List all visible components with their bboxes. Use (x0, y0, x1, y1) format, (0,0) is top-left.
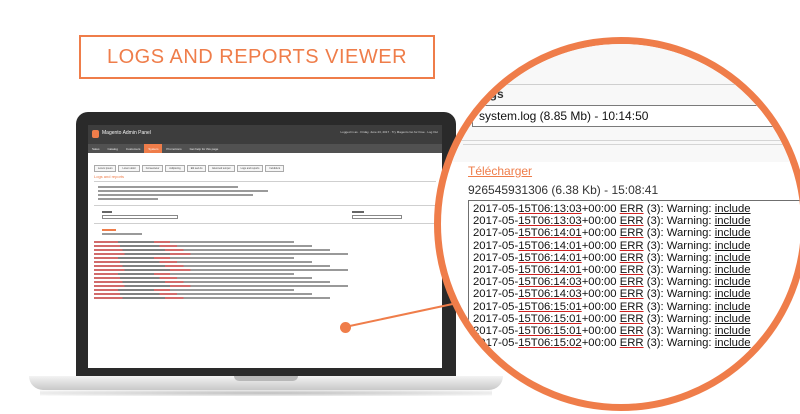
log-level: ERR (619, 227, 644, 240)
file-info: 926545931306 (6.38 Kb) - 15:08:41 (468, 183, 659, 197)
log-message: (3): Warning: (643, 288, 715, 301)
log-timestamp: 15T06:15:01 (518, 325, 582, 338)
log-timestamp: 15T06:14:03 (518, 288, 582, 301)
log-timezone: +00:00 (581, 203, 620, 215)
log-level: ERR (619, 312, 644, 325)
log-date: 2017-05- (473, 203, 519, 215)
log-date: 2017-05- (473, 325, 519, 338)
log-timezone: +00:00 (581, 312, 620, 325)
log-level: ERR (619, 300, 644, 313)
log-message-tail: include (714, 264, 751, 277)
logs-label: Logs (475, 87, 504, 101)
connector-dot (340, 322, 351, 333)
log-line: 2017-05-15T06:14:01+00:00 ERR (3): Warni… (473, 252, 800, 264)
magnifier-circle: Logs system.log (8.85 Mb) - 10:14:50 Tél… (434, 37, 800, 411)
log-line: 2017-05-15T06:14:01+00:00 ERR (3): Warni… (473, 227, 800, 239)
log-message-tail: include (714, 288, 751, 301)
log-output-box[interactable]: 2017-05-15T06:13:03+00:00 ERR (3): Warni… (468, 200, 800, 404)
log-timestamp: 15T06:15:01 (518, 312, 582, 325)
log-message: (3): Warning: (643, 264, 715, 277)
log-timezone: +00:00 (581, 264, 620, 277)
log-level: ERR (619, 288, 644, 301)
log-date: 2017-05- (473, 276, 519, 289)
log-message: (3): Warning: (643, 325, 715, 338)
log-level: ERR (619, 215, 644, 228)
log-line: 2017-05-15T06:15:01+00:00 ERR (3): Warni… (473, 301, 800, 313)
log-date: 2017-05- (473, 227, 519, 240)
log-message: (3): Warning: (643, 312, 715, 325)
log-timestamp: 15T06:14:03 (518, 276, 582, 289)
log-line: 2017-05-15T06:14:03+00:00 ERR (3): Warni… (473, 288, 800, 300)
log-date: 2017-05- (473, 312, 519, 325)
log-timestamp: 15T06:14:01 (518, 264, 582, 277)
log-date: 2017-05- (473, 215, 519, 228)
log-level: ERR (619, 276, 644, 289)
log-message-tail: include (714, 215, 751, 228)
log-level: ERR (619, 264, 644, 277)
log-message-tail: include (714, 337, 751, 350)
log-message-tail: include (714, 203, 751, 215)
log-message: (3): Warning: (643, 215, 715, 228)
log-timestamp: 15T06:14:01 (518, 239, 582, 252)
log-message: (3): Warning: (643, 276, 715, 289)
log-timestamp: 15T06:14:01 (518, 227, 582, 240)
log-date: 2017-05- (473, 264, 519, 277)
log-date: 2017-05- (473, 239, 519, 252)
log-message: (3): Warning: (643, 251, 715, 264)
log-timestamp: 15T06:15:02 (518, 337, 582, 350)
log-level: ERR (619, 203, 644, 215)
log-timestamp: 15T06:14:01 (518, 251, 582, 264)
log-message: (3): Warning: (643, 300, 715, 313)
log-timestamp: 15T06:13:03 (518, 203, 582, 215)
divider (441, 140, 800, 141)
log-message-tail: include (714, 251, 751, 264)
log-message: (3): Warning: (643, 337, 715, 350)
log-timezone: +00:00 (581, 215, 620, 228)
log-line: 2017-05-15T06:15:02+00:00 ERR (3): Warni… (473, 337, 800, 349)
log-message-tail: include (714, 300, 751, 313)
log-timezone: +00:00 (581, 276, 620, 289)
log-level: ERR (619, 251, 644, 264)
log-line: 2017-05-15T06:13:03+00:00 ERR (3): Warni… (473, 215, 800, 227)
log-message: (3): Warning: (643, 203, 715, 215)
log-message-tail: include (714, 325, 751, 338)
divider (463, 144, 800, 159)
log-date: 2017-05- (473, 337, 519, 350)
log-timezone: +00:00 (581, 337, 620, 350)
log-timezone: +00:00 (581, 227, 620, 240)
log-message-tail: include (714, 276, 751, 289)
log-line: 2017-05-15T06:13:03+00:00 ERR (3): Warni… (473, 203, 800, 215)
log-timezone: +00:00 (581, 239, 620, 252)
log-line: 2017-05-15T06:14:01+00:00 ERR (3): Warni… (473, 240, 800, 252)
log-timestamp: 15T06:13:03 (518, 215, 582, 228)
log-timezone: +00:00 (581, 251, 620, 264)
log-file-select[interactable]: system.log (8.85 Mb) - 10:14:50 (472, 105, 800, 127)
divider (441, 84, 800, 85)
log-message-tail: include (714, 312, 751, 325)
log-message-tail: include (714, 227, 751, 240)
log-line: 2017-05-15T06:15:01+00:00 ERR (3): Warni… (473, 325, 800, 337)
log-message: (3): Warning: (643, 227, 715, 240)
log-level: ERR (619, 239, 644, 252)
log-timezone: +00:00 (581, 288, 620, 301)
log-line: 2017-05-15T06:15:01+00:00 ERR (3): Warni… (473, 313, 800, 325)
log-timezone: +00:00 (581, 325, 620, 338)
log-date: 2017-05- (473, 251, 519, 264)
log-level: ERR (619, 337, 644, 350)
log-message-tail: include (714, 239, 751, 252)
log-message: (3): Warning: (643, 239, 715, 252)
log-level: ERR (619, 325, 644, 338)
log-date: 2017-05- (473, 300, 519, 313)
log-line: 2017-05-15T06:14:01+00:00 ERR (3): Warni… (473, 264, 800, 276)
log-date: 2017-05- (473, 288, 519, 301)
log-timezone: +00:00 (581, 300, 620, 313)
download-link[interactable]: Télécharger (468, 164, 532, 178)
log-line: 2017-05-15T06:14:03+00:00 ERR (3): Warni… (473, 276, 800, 288)
log-timestamp: 15T06:15:01 (518, 300, 582, 313)
